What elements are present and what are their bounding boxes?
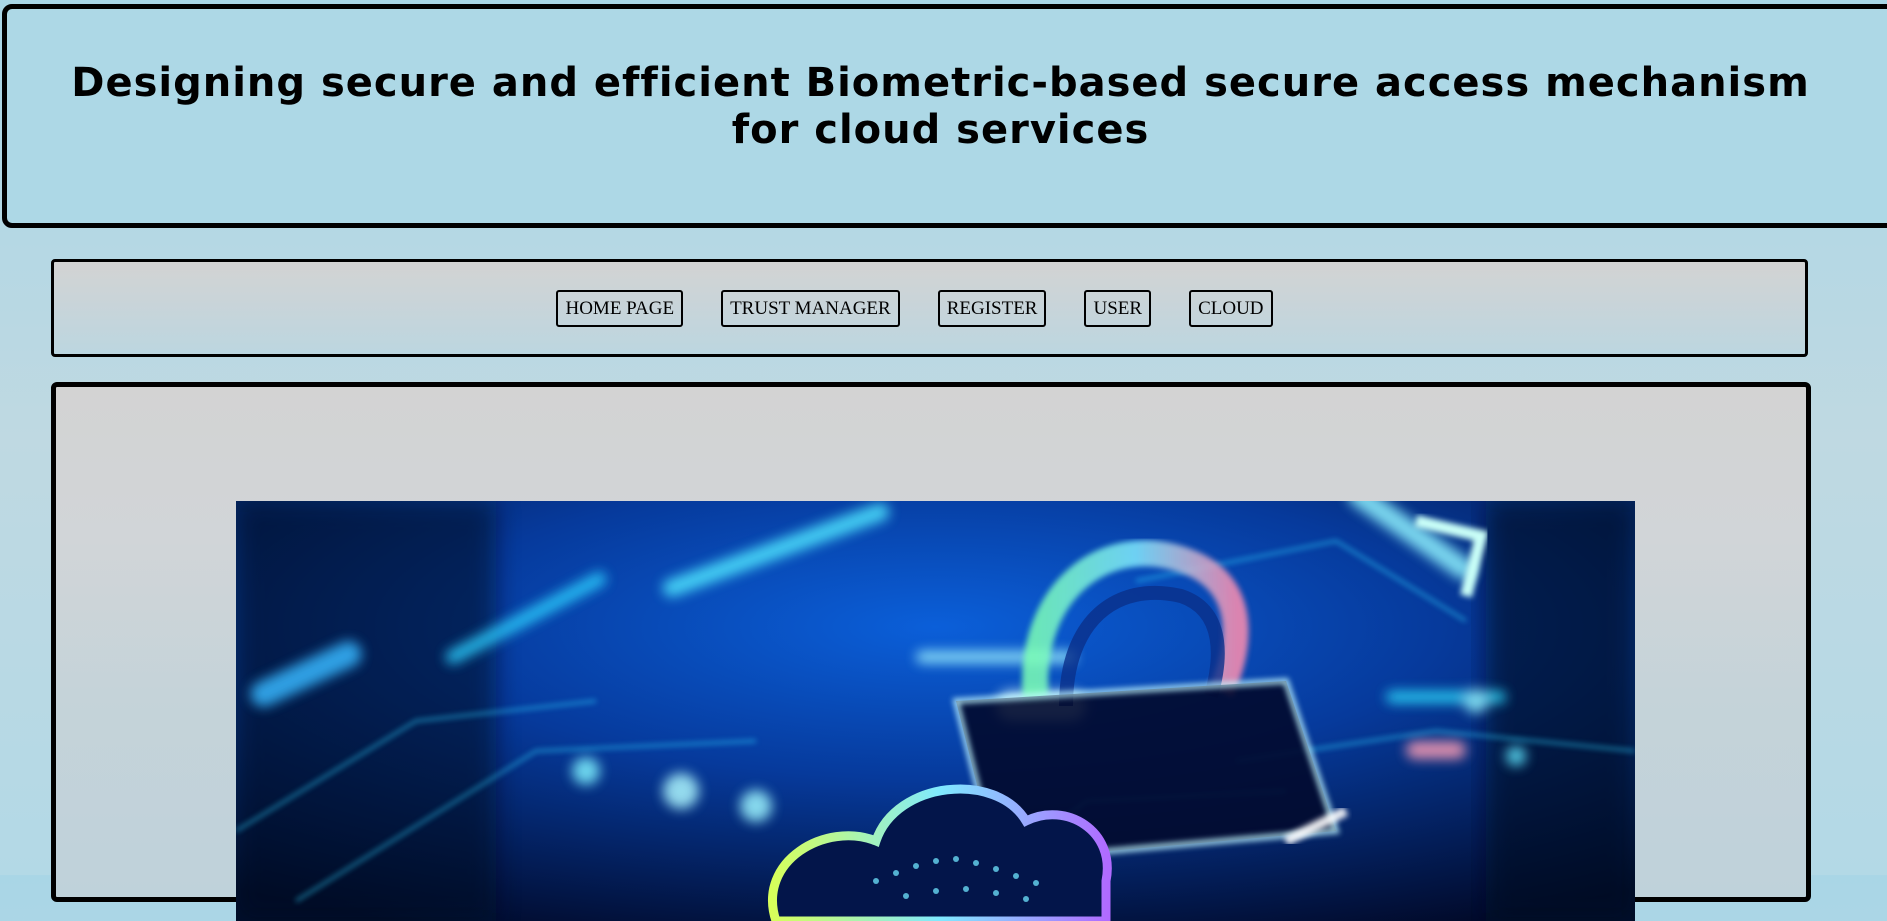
cloud-security-illustration <box>236 501 1635 921</box>
nav-user-button[interactable]: USER <box>1084 289 1152 327</box>
hero-image <box>236 501 1635 921</box>
main-content <box>51 382 1811 921</box>
page-header: Designing secure and efficient Biometric… <box>2 4 1887 228</box>
nav-cloud-button[interactable]: CLOUD <box>1189 289 1273 327</box>
nav-links: HOME PAGE TRUST MANAGER REGISTER USER CL… <box>556 289 1273 327</box>
nav-trust-manager-button[interactable]: TRUST MANAGER <box>721 289 900 327</box>
page-title: Designing secure and efficient Biometric… <box>71 60 1810 153</box>
nav-bar: HOME PAGE TRUST MANAGER REGISTER USER CL… <box>51 259 1808 357</box>
nav-home-page-button[interactable]: HOME PAGE <box>556 289 684 327</box>
nav-register-button[interactable]: REGISTER <box>937 289 1047 327</box>
